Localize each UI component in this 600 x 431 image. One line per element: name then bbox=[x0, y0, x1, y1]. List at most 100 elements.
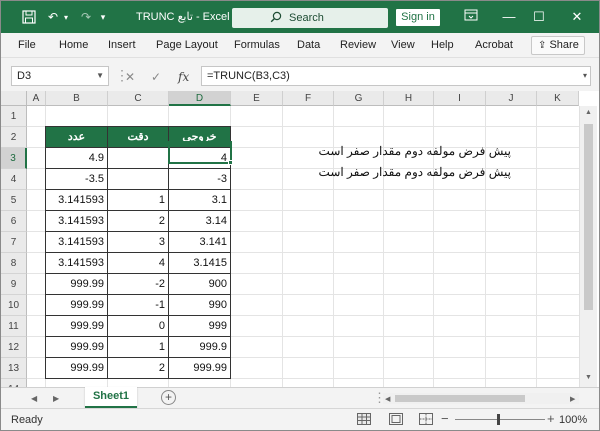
row-header-6[interactable]: 6 bbox=[1, 211, 27, 232]
table-cell[interactable]: 3 bbox=[108, 232, 168, 253]
row-header-3[interactable]: 3 bbox=[1, 148, 27, 169]
search-box[interactable]: Search bbox=[232, 8, 388, 28]
horizontal-scrollbar[interactable]: ◀ ▶ bbox=[383, 393, 579, 404]
row-header-1[interactable]: 1 bbox=[1, 106, 27, 127]
fill-handle[interactable] bbox=[228, 160, 233, 165]
scroll-right-icon[interactable]: ▶ bbox=[570, 395, 575, 403]
tab-help[interactable]: Help bbox=[431, 39, 454, 51]
scroll-down-icon[interactable]: ▼ bbox=[585, 374, 592, 381]
row-header-12[interactable]: 12 bbox=[1, 337, 27, 358]
table-cell[interactable]: -3.5 bbox=[46, 169, 107, 190]
next-sheet-icon[interactable]: ▶ bbox=[53, 394, 59, 403]
table-cell[interactable]: 999.99 bbox=[46, 316, 107, 337]
table-cell[interactable]: -3 bbox=[169, 169, 230, 190]
table-cell[interactable]: 999.99 bbox=[46, 358, 107, 379]
tab-insert[interactable]: Insert bbox=[108, 39, 136, 51]
tab-home[interactable]: Home bbox=[59, 39, 88, 51]
row-header-9[interactable]: 9 bbox=[1, 274, 27, 295]
minimize-button[interactable]: — bbox=[497, 7, 521, 27]
page-layout-view-icon[interactable] bbox=[389, 413, 403, 428]
tab-page-layout[interactable]: Page Layout bbox=[156, 39, 218, 51]
undo-dropdown-icon[interactable]: ▾ bbox=[62, 9, 70, 25]
row-header-4[interactable]: 4 bbox=[1, 169, 27, 190]
tab-review[interactable]: Review bbox=[340, 39, 376, 51]
tab-file[interactable]: File bbox=[18, 39, 36, 51]
expand-formula-bar-icon[interactable]: ▾ bbox=[583, 71, 587, 80]
tab-acrobat[interactable]: Acrobat bbox=[475, 39, 513, 51]
scroll-up-icon[interactable]: ▲ bbox=[585, 109, 592, 116]
table-cell[interactable]: 990 bbox=[169, 295, 230, 316]
table-cell[interactable]: 2 bbox=[108, 211, 168, 232]
column-header-e[interactable]: E bbox=[231, 91, 283, 106]
vertical-scrollbar[interactable]: ▲ ▼ bbox=[579, 106, 597, 387]
normal-view-icon[interactable] bbox=[357, 413, 371, 428]
table-cell[interactable]: -2 bbox=[108, 274, 168, 295]
header-number[interactable]: عدد bbox=[46, 127, 107, 148]
zoom-out-icon[interactable]: − bbox=[441, 411, 449, 426]
table-cell[interactable]: 3.141 bbox=[169, 232, 230, 253]
worksheet-grid[interactable]: ABCDEFGHIJK 1234567891011121314 عدددقتخر… bbox=[1, 91, 599, 400]
table-cell[interactable] bbox=[108, 148, 168, 169]
select-all-corner[interactable] bbox=[1, 91, 27, 106]
add-sheet-icon[interactable]: + bbox=[161, 390, 176, 405]
active-cell-selection[interactable] bbox=[168, 141, 232, 164]
sign-in-button[interactable]: Sign in bbox=[396, 9, 440, 26]
ribbon-display-options-icon[interactable] bbox=[459, 7, 483, 27]
zoom-slider[interactable] bbox=[455, 419, 545, 420]
column-header-b[interactable]: B bbox=[46, 91, 108, 106]
table-cell[interactable]: 900 bbox=[169, 274, 230, 295]
row-header-5[interactable]: 5 bbox=[1, 190, 27, 211]
page-break-view-icon[interactable] bbox=[419, 413, 433, 428]
table-cell[interactable]: 3.1 bbox=[169, 190, 230, 211]
row-header-11[interactable]: 11 bbox=[1, 316, 27, 337]
redo-icon[interactable]: ↷ bbox=[78, 9, 94, 25]
name-box[interactable]: D3 ▼ bbox=[11, 66, 109, 86]
table-cell[interactable]: 999 bbox=[169, 316, 230, 337]
table-cell[interactable]: 4 bbox=[108, 253, 168, 274]
table-cell[interactable]: 999.99 bbox=[46, 337, 107, 358]
cancel-icon[interactable]: ✕ bbox=[125, 70, 135, 84]
chevron-down-icon[interactable]: ▼ bbox=[96, 71, 104, 80]
zoom-level[interactable]: 100% bbox=[559, 414, 587, 426]
table-cell[interactable]: 3.14 bbox=[169, 211, 230, 232]
share-button[interactable]: ⇪ Share bbox=[531, 36, 585, 55]
column-header-c[interactable]: C bbox=[108, 91, 169, 106]
tab-sheet1[interactable]: Sheet1 bbox=[85, 387, 137, 408]
enter-icon[interactable]: ✓ bbox=[151, 70, 161, 84]
table-cell[interactable]: -1 bbox=[108, 295, 168, 316]
header-precision[interactable]: دقت bbox=[108, 127, 168, 148]
table-cell[interactable]: 3.1415 bbox=[169, 253, 230, 274]
vertical-scroll-thumb[interactable] bbox=[584, 124, 593, 310]
column-header-h[interactable]: H bbox=[384, 91, 434, 106]
column-header-a[interactable]: A bbox=[27, 91, 46, 106]
tab-formulas[interactable]: Formulas bbox=[234, 39, 280, 51]
row-header-8[interactable]: 8 bbox=[1, 253, 27, 274]
tab-data[interactable]: Data bbox=[297, 39, 320, 51]
table-cell[interactable]: 999.99 bbox=[46, 274, 107, 295]
zoom-slider-thumb[interactable] bbox=[497, 414, 500, 425]
table-cell[interactable]: 3.141593 bbox=[46, 253, 107, 274]
row-header-2[interactable]: 2 bbox=[1, 127, 27, 148]
table-cell[interactable]: 1 bbox=[108, 190, 168, 211]
table-cell[interactable]: 4.9 bbox=[46, 148, 107, 169]
column-header-g[interactable]: G bbox=[334, 91, 384, 106]
row-header-13[interactable]: 13 bbox=[1, 358, 27, 379]
table-cell[interactable]: 999.9 bbox=[169, 337, 230, 358]
formula-input[interactable]: =TRUNC(B3,C3) bbox=[201, 66, 591, 86]
horizontal-scroll-thumb[interactable] bbox=[395, 395, 525, 402]
save-icon[interactable] bbox=[21, 9, 37, 25]
table-cell[interactable]: 3.141593 bbox=[46, 190, 107, 211]
table-cell[interactable]: 3.141593 bbox=[46, 211, 107, 232]
column-header-d[interactable]: D bbox=[169, 91, 231, 106]
customize-toolbar-icon[interactable]: ▾ bbox=[97, 9, 109, 25]
table-cell[interactable]: 2 bbox=[108, 358, 168, 379]
insert-function-icon[interactable]: fx bbox=[178, 70, 189, 84]
prev-sheet-icon[interactable]: ◀ bbox=[31, 394, 37, 403]
row-header-10[interactable]: 10 bbox=[1, 295, 27, 316]
column-header-f[interactable]: F bbox=[283, 91, 334, 106]
table-cell[interactable] bbox=[108, 169, 168, 190]
column-header-j[interactable]: J bbox=[486, 91, 537, 106]
undo-icon[interactable]: ↶ bbox=[45, 9, 61, 25]
tab-view[interactable]: View bbox=[391, 39, 415, 51]
table-cell[interactable]: 1 bbox=[108, 337, 168, 358]
